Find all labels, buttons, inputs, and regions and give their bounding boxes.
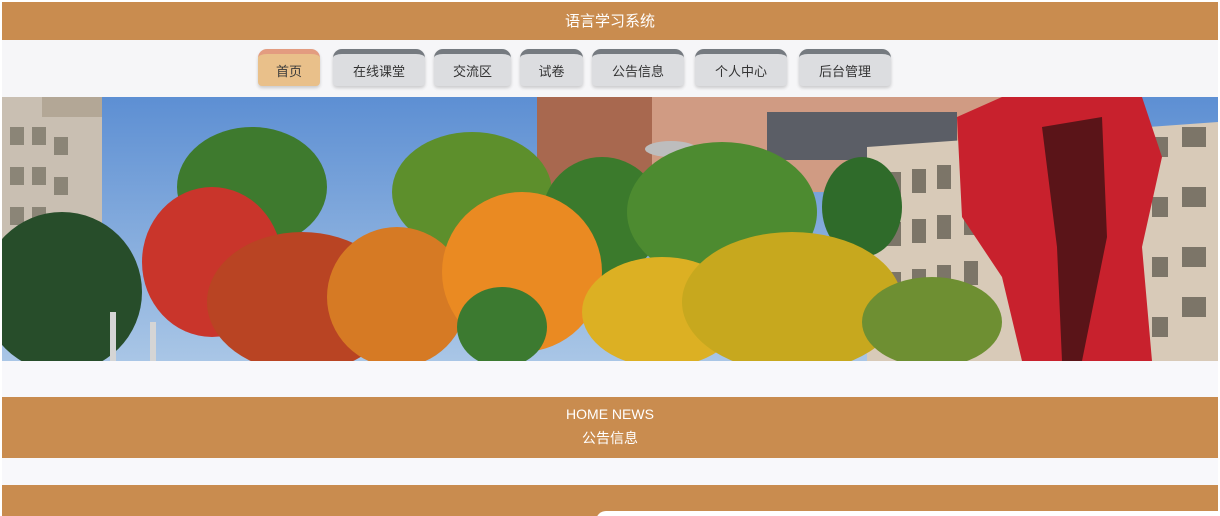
nav-bar: 首页 在线课堂 交流区 试卷 公告信息 个人中心 后台管理	[2, 40, 1218, 97]
nav-item-exam[interactable]: 试卷	[520, 49, 583, 86]
spacer	[2, 361, 1218, 397]
news-title-en: HOME NEWS	[566, 406, 654, 422]
nav-item-admin[interactable]: 后台管理	[799, 49, 891, 86]
news-section-header: HOME NEWS 公告信息	[2, 397, 1218, 458]
nav-item-announcements[interactable]: 公告信息	[592, 49, 684, 86]
nav-item-forum[interactable]: 交流区	[434, 49, 511, 86]
nav-item-personal-center[interactable]: 个人中心	[695, 49, 787, 86]
top-header-bar: 语言学习系统	[2, 2, 1218, 40]
spacer	[2, 458, 1218, 485]
news-title-cn: 公告信息	[582, 431, 638, 447]
nav-item-online-class[interactable]: 在线课堂	[333, 49, 425, 86]
content-card	[596, 511, 1220, 516]
nav-item-home[interactable]: 首页	[258, 49, 320, 86]
site-title: 语言学习系统	[564, 12, 655, 30]
banner-image	[2, 97, 1218, 361]
